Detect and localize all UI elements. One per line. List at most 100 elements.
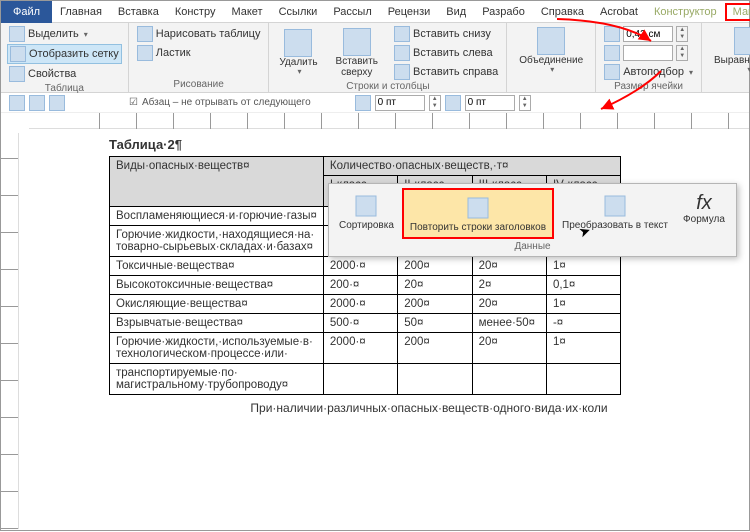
tab-developer[interactable]: Разрабо — [474, 3, 533, 21]
draw-table-button[interactable]: Нарисовать таблицу — [135, 25, 263, 43]
tab-help[interactable]: Справка — [533, 3, 592, 21]
document-area: ☑Абзац – не отрывать от следующего ▲▼ ▲▼… — [1, 93, 749, 529]
tab-layout[interactable]: Макет — [223, 3, 270, 21]
table-cell: 2000·¤ — [323, 295, 397, 314]
data-dropdown-popup: Сортировка Повторить строки заголовков П… — [328, 183, 737, 257]
sb-stepper[interactable]: ▲▼ — [429, 95, 441, 111]
table-cell: 500·¤ — [323, 314, 397, 333]
row-height[interactable]: ▲▼ — [602, 25, 695, 43]
table-cell: 200¤ — [398, 295, 472, 314]
table-row[interactable]: Окисляющие·вещества¤2000·¤200¤20¤1¤ — [110, 295, 621, 314]
table-cell: Горючие·жидкости,·находящиеся·на· товарн… — [110, 226, 324, 257]
col-width[interactable]: ▲▼ — [602, 44, 695, 62]
qt-icon1[interactable] — [9, 95, 25, 111]
formula-button[interactable]: fxФормула — [676, 188, 732, 239]
table-cell: 200¤ — [398, 257, 472, 276]
insert-right-button[interactable]: Вставить справа — [392, 63, 500, 81]
align-label: Выравнивание — [714, 55, 750, 66]
tab-table-layout[interactable]: Макет — [725, 3, 750, 21]
spacing-before-input[interactable] — [375, 95, 425, 111]
autofit-label: Автоподбор — [623, 66, 684, 78]
insert-below-button[interactable]: Вставить снизу — [392, 25, 500, 43]
table-cell: 1¤ — [546, 333, 620, 364]
qt-icon3[interactable] — [49, 95, 65, 111]
autofit-button[interactable]: Автоподбор — [602, 63, 695, 81]
grid-label: Отобразить сетку — [29, 48, 119, 60]
vertical-ruler[interactable] — [1, 133, 19, 529]
sort-button[interactable]: Сортировка — [333, 188, 400, 239]
tab-home[interactable]: Главная — [52, 3, 110, 21]
eraser-label: Ластик — [156, 47, 191, 59]
table-row[interactable]: Токсичные·вещества¤2000·¤200¤20¤1¤ — [110, 257, 621, 276]
header-col1: Виды·опасных·веществ¤ — [110, 157, 324, 207]
tab-acrobat[interactable]: Acrobat — [592, 3, 646, 21]
para-checkbox-label[interactable]: Абзац – не отрывать от следующего — [142, 97, 311, 108]
tab-mailings[interactable]: Рассыл — [325, 3, 379, 21]
tail-cell: транспортируемые·по· магистральному·труб… — [110, 364, 324, 395]
group-table: Выделить Отобразить сетку Свойства Табли… — [1, 23, 129, 92]
table-cell: 2¤ — [472, 276, 546, 295]
tab-table-design[interactable]: Конструктор — [646, 3, 725, 21]
menu-bar: Файл Главная Вставка Констру Макет Ссылк… — [1, 1, 749, 23]
insert-above-icon — [343, 28, 371, 56]
pencil-icon — [137, 26, 153, 42]
width-stepper[interactable]: ▲▼ — [676, 45, 688, 61]
grid-icon — [10, 46, 26, 62]
align-icon — [734, 27, 750, 55]
insert-above-button[interactable]: Вставить сверху — [327, 25, 386, 81]
sa-stepper[interactable]: ▲▼ — [519, 95, 531, 111]
alignment-button[interactable]: Выравнивание — [708, 25, 750, 77]
draw-label: Нарисовать таблицу — [156, 28, 261, 40]
page: Таблица·2¶ Виды·опасных·веществ¤ Количес… — [29, 129, 749, 415]
table-cell: Высокотоксичные·вещества¤ — [110, 276, 324, 295]
select-icon — [9, 26, 25, 42]
eraser-button[interactable]: Ластик — [135, 44, 263, 62]
group-merge: Объединение — [507, 23, 596, 92]
props-label: Свойства — [28, 68, 76, 80]
view-gridlines-button[interactable]: Отобразить сетку — [7, 44, 122, 64]
group-align-title — [708, 90, 750, 92]
insert-right-icon — [394, 64, 410, 80]
insert-below-icon — [394, 26, 410, 42]
horizontal-ruler[interactable] — [29, 113, 749, 129]
table-cell: Горючие·жидкости,·используемые·в· технол… — [110, 333, 324, 364]
height-stepper[interactable]: ▲▼ — [676, 26, 688, 42]
formula-icon: fx — [696, 192, 712, 214]
table-cell: 50¤ — [398, 314, 472, 333]
repeat-header-rows-button[interactable]: Повторить строки заголовков — [402, 188, 554, 239]
properties-button[interactable]: Свойства — [7, 65, 122, 83]
convert-icon — [601, 192, 629, 220]
select-button[interactable]: Выделить — [7, 25, 122, 43]
merge-button[interactable]: Объединение — [513, 25, 589, 77]
table-row[interactable]: Высокотоксичные·вещества¤200·¤20¤2¤0,1¤ — [110, 276, 621, 295]
insbot-label: Вставить снизу — [413, 28, 491, 40]
height-input[interactable] — [623, 26, 673, 42]
width-input[interactable] — [623, 45, 673, 61]
table-row[interactable]: Горючие·жидкости,·используемые·в· технол… — [110, 333, 621, 364]
select-label: Выделить — [28, 28, 79, 40]
table-row[interactable]: Взрывчатые·вещества¤500·¤50¤менее·50¤-¤ — [110, 314, 621, 333]
qt-icon2[interactable] — [29, 95, 45, 111]
table-cell: -¤ — [546, 314, 620, 333]
tab-references[interactable]: Ссылки — [271, 3, 326, 21]
tab-design[interactable]: Констру — [167, 3, 224, 21]
delete-button[interactable]: Удалить — [275, 25, 321, 81]
file-tab[interactable]: Файл — [1, 1, 52, 23]
table-cell: Токсичные·вещества¤ — [110, 257, 324, 276]
tab-insert[interactable]: Вставка — [110, 3, 167, 21]
table-cell: 20¤ — [398, 276, 472, 295]
insert-left-button[interactable]: Вставить слева — [392, 44, 500, 62]
ribbon: Выделить Отобразить сетку Свойства Табли… — [1, 23, 749, 93]
table-cell: 2000·¤ — [323, 257, 397, 276]
tab-review[interactable]: Рецензи — [380, 3, 439, 21]
insright-label: Вставить справа — [413, 66, 498, 78]
insert-left-icon — [394, 45, 410, 61]
spacing-after-input[interactable] — [465, 95, 515, 111]
tab-view[interactable]: Вид — [438, 3, 474, 21]
instop-label: Вставить сверху — [333, 56, 380, 78]
table-cell: Воспламеняющиеся·и·горючие·газы¤ — [110, 207, 324, 226]
table-cell: менее·50¤ — [472, 314, 546, 333]
convert-to-text-button[interactable]: Преобразовать в текст — [556, 188, 674, 239]
delete-icon — [284, 29, 312, 57]
sort-label: Сортировка — [339, 220, 394, 231]
